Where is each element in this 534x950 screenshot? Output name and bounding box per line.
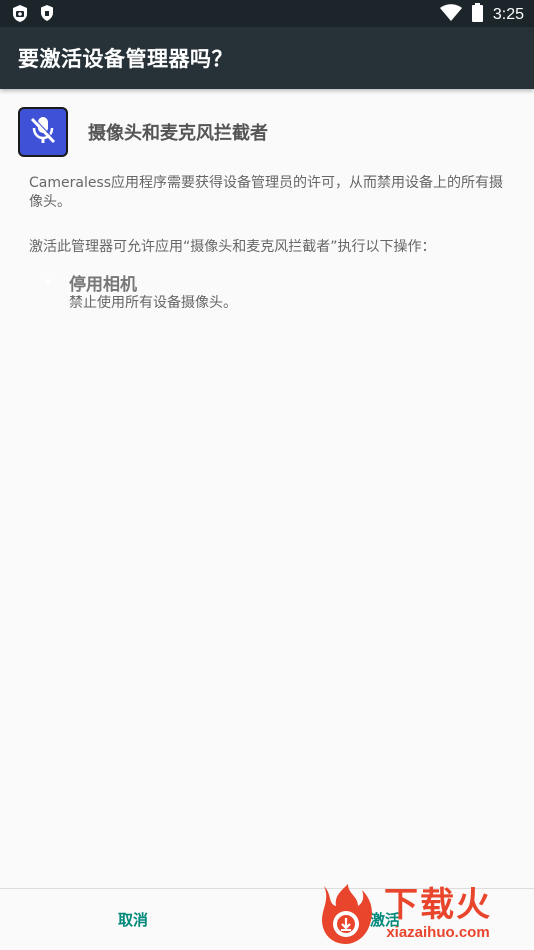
wifi-icon bbox=[439, 4, 462, 25]
status-bar: 3:25 bbox=[0, 0, 534, 27]
page-title: 要激活设备管理器吗？ bbox=[18, 47, 233, 71]
permissions-intro: 激活此管理器可允许应用“摄像头和麦克风拦截者”执行以下操作： bbox=[29, 239, 436, 255]
bullet-icon bbox=[46, 279, 51, 284]
watermark-brand: 下载火 bbox=[384, 885, 492, 925]
shield-icon bbox=[40, 5, 54, 26]
flame-logo-icon bbox=[318, 882, 376, 946]
clock: 3:25 bbox=[492, 5, 524, 23]
cancel-button[interactable]: 取消 bbox=[33, 889, 233, 950]
mic-off-icon bbox=[26, 113, 60, 151]
watermark-url: xiazaihuo.com bbox=[386, 924, 490, 941]
policy-description: 禁止使用所有设备摄像头。 bbox=[69, 295, 237, 311]
battery-icon bbox=[471, 3, 483, 26]
app-icon bbox=[18, 107, 68, 157]
watermark: 下载火 xiazaihuo.com bbox=[318, 878, 534, 949]
app-name: 摄像头和麦克风拦截者 bbox=[88, 123, 268, 144]
admin-description: Cameraless应用程序需要获得设备管理员的许可，从而禁用设备上的所有摄像头… bbox=[29, 175, 504, 210]
admin-app-header: 摄像头和麦克风拦截者 bbox=[18, 107, 268, 157]
camera-shield-icon bbox=[12, 5, 28, 26]
app-bar: 要激活设备管理器吗？ bbox=[0, 27, 534, 89]
